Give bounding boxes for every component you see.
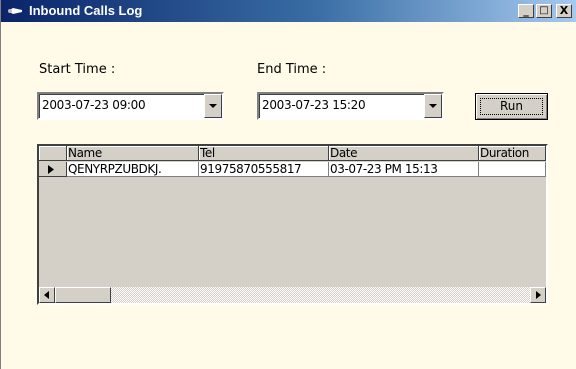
start-time-label: Start Time : <box>39 62 116 77</box>
end-time-label: End Time : <box>257 62 327 77</box>
scroll-left-button[interactable] <box>39 287 55 303</box>
arrow-left-icon <box>44 291 49 299</box>
column-header-date[interactable]: Date <box>329 146 479 161</box>
end-time-combo[interactable]: 2003-07-23 15:20 <box>257 92 444 120</box>
title-bar[interactable]: Inbound Calls Log _ □ X <box>1 0 576 22</box>
row-selector[interactable] <box>39 162 67 177</box>
start-time-value: 2003-07-23 09:00 <box>42 98 146 112</box>
chevron-down-icon <box>209 104 217 108</box>
run-button[interactable]: Run <box>475 93 548 120</box>
end-time-value: 2003-07-23 15:20 <box>262 98 366 112</box>
minimize-button[interactable]: _ <box>518 4 534 18</box>
column-header-tel[interactable]: Tel <box>199 146 329 161</box>
start-time-combo[interactable]: 2003-07-23 09:00 <box>37 92 224 120</box>
phone-icon <box>8 8 22 14</box>
triangle-right-icon <box>48 165 54 174</box>
cell-tel[interactable]: 91975870555817 <box>199 162 329 177</box>
scroll-right-button[interactable] <box>530 287 546 303</box>
column-header-name[interactable]: Name <box>67 146 199 161</box>
run-button-label: Run <box>499 99 523 113</box>
column-header-duration[interactable]: Duration <box>479 146 546 161</box>
chevron-down-icon <box>429 104 437 108</box>
header-corner <box>39 146 67 161</box>
close-button[interactable]: X <box>556 4 572 18</box>
cell-date[interactable]: 03-07-23 PM 15:13 <box>329 162 479 177</box>
horizontal-scrollbar[interactable] <box>39 287 546 303</box>
calls-grid[interactable]: Name Tel Date Duration QENYRPZUBDKJ. 919… <box>37 144 548 305</box>
start-time-dropdown-button[interactable] <box>204 94 222 118</box>
maximize-button[interactable]: □ <box>536 4 552 18</box>
end-time-dropdown-button[interactable] <box>424 94 442 118</box>
cell-name[interactable]: QENYRPZUBDKJ. <box>67 162 199 177</box>
arrow-right-icon <box>536 291 541 299</box>
inbound-calls-window: Inbound Calls Log _ □ X Start Time : End… <box>0 0 576 369</box>
window-title: Inbound Calls Log <box>29 3 143 18</box>
scroll-thumb[interactable] <box>55 287 111 303</box>
cell-duration[interactable] <box>479 162 546 177</box>
